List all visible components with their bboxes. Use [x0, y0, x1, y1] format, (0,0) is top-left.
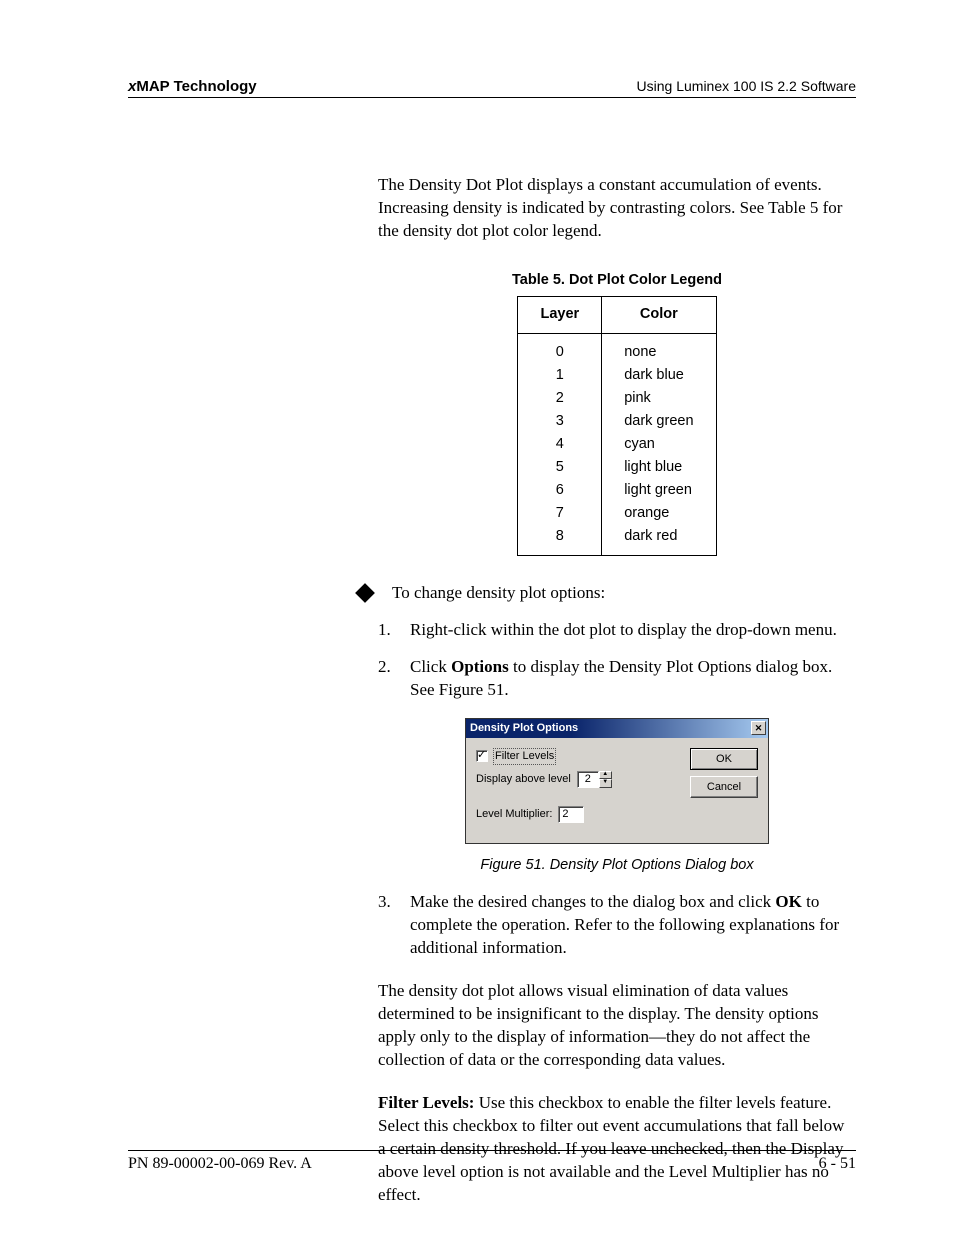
ok-button[interactable]: OK	[690, 748, 758, 770]
figure-caption: Figure 51. Density Plot Options Dialog b…	[378, 856, 856, 876]
density-plot-options-dialog: Density Plot Options ✕ Filter Levels Dis…	[465, 718, 769, 844]
table-row: 3dark green	[518, 410, 716, 433]
step-number: 1.	[378, 619, 410, 642]
brand-rest: MAP Technology	[136, 78, 256, 95]
spinner-down-icon[interactable]: ▼	[599, 779, 612, 788]
footer-right: 6 - 51	[819, 1155, 856, 1173]
table-row: 1dark blue	[518, 364, 716, 387]
table-row: 8dark red	[518, 525, 716, 556]
lead-in-text: To change density plot options:	[392, 582, 605, 605]
intro-paragraph: The Density Dot Plot displays a constant…	[378, 174, 856, 243]
table-row: 2pink	[518, 387, 716, 410]
filter-levels-label[interactable]: Filter Levels	[493, 748, 556, 765]
paragraph-density-explanation: The density dot plot allows visual elimi…	[378, 980, 856, 1072]
dialog-titlebar[interactable]: Density Plot Options ✕	[466, 719, 768, 738]
display-above-level-label: Display above level	[476, 772, 571, 787]
close-icon[interactable]: ✕	[751, 721, 766, 735]
table-row: 0none	[518, 333, 716, 364]
level-multiplier-input[interactable]: 2	[558, 806, 584, 823]
dialog-title: Density Plot Options	[470, 721, 578, 736]
spinner-up-icon[interactable]: ▲	[599, 771, 612, 780]
display-above-level-input[interactable]: 2	[577, 771, 599, 788]
level-multiplier-label: Level Multiplier:	[476, 807, 552, 822]
cancel-button[interactable]: Cancel	[690, 776, 758, 798]
filter-levels-checkbox[interactable]	[476, 750, 488, 762]
step-text: Make the desired changes to the dialog b…	[410, 891, 856, 960]
table-row: 4cyan	[518, 433, 716, 456]
step-number: 2.	[378, 656, 410, 702]
table-caption: Table 5. Dot Plot Color Legend	[378, 271, 856, 291]
header-right: Using Luminex 100 IS 2.2 Software	[637, 78, 856, 95]
step-text: Click Options to display the Density Plo…	[410, 656, 856, 702]
table-row: 7orange	[518, 502, 716, 525]
footer-left: PN 89-00002-00-069 Rev. A	[128, 1155, 312, 1173]
th-color: Color	[602, 297, 716, 334]
brand: xMAP Technology	[128, 78, 257, 95]
page-footer: PN 89-00002-00-069 Rev. A 6 - 51	[128, 1150, 856, 1173]
th-layer: Layer	[518, 297, 602, 334]
diamond-icon	[355, 583, 375, 603]
step-number: 3.	[378, 891, 410, 960]
dot-plot-legend-table: Layer Color 0none 1dark blue 2pink 3dark…	[517, 296, 716, 556]
page-header: xMAP Technology Using Luminex 100 IS 2.2…	[128, 78, 856, 98]
table-row: 5light blue	[518, 456, 716, 479]
step-text: Right-click within the dot plot to displ…	[410, 619, 856, 642]
table-row: 6light green	[518, 479, 716, 502]
